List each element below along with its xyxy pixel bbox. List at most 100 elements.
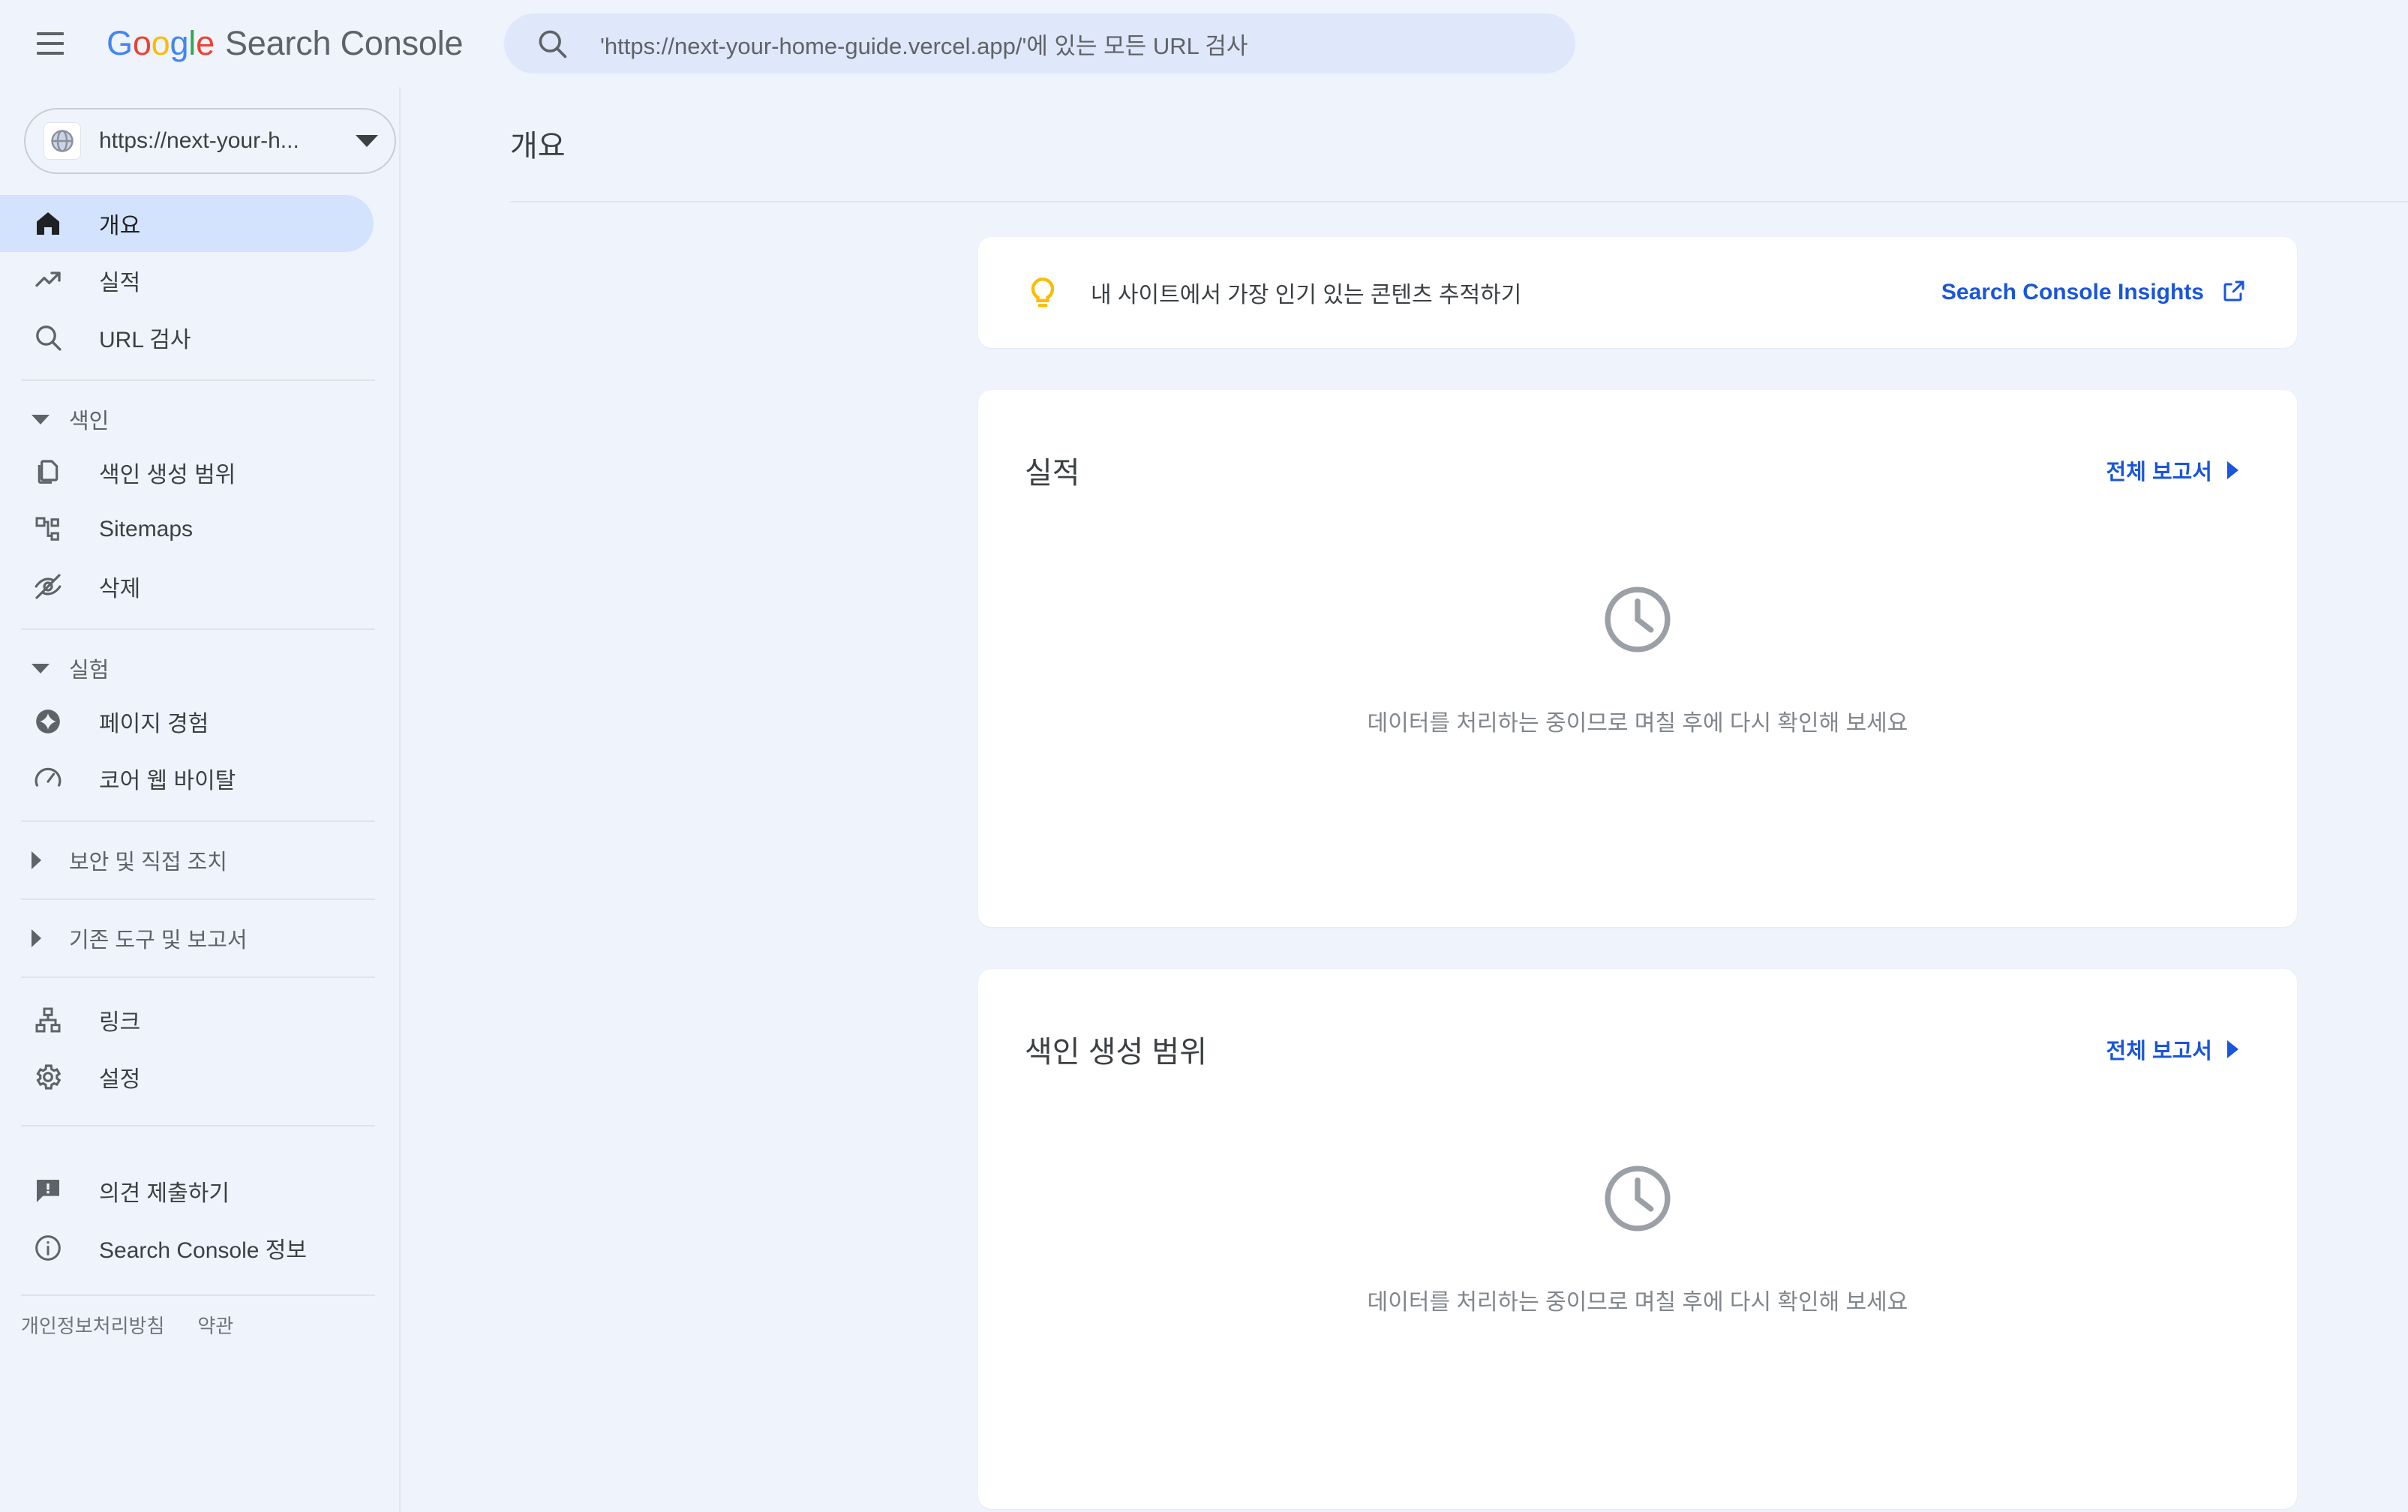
sidebar-divider <box>21 1125 375 1126</box>
performance-full-report-link[interactable]: 전체 보고서 <box>2106 454 2238 486</box>
sidebar-divider <box>21 976 375 978</box>
logo-suffix: Search Console <box>224 24 464 62</box>
sidebar-divider <box>21 898 375 900</box>
sidebar-item-label: Search Console 정보 <box>99 1238 307 1263</box>
trending-up-icon <box>32 264 65 297</box>
sidebar-item-performance[interactable]: 실적 <box>0 252 374 309</box>
triangle-right-icon <box>32 851 50 869</box>
logo-letter-o1: o <box>132 24 152 62</box>
info-circle-icon <box>32 1232 65 1264</box>
sidebar-item-label: 의견 제출하기 <box>99 1181 230 1206</box>
page-title-divider <box>510 201 2408 202</box>
cards-container: 내 사이트에서 가장 인기 있는 콘텐츠 추적하기 Search Console… <box>402 237 2408 1509</box>
lightbulb-icon <box>1023 273 1062 312</box>
page-title: 개요 <box>510 130 566 163</box>
sidebar-item-label: URL 검사 <box>99 328 191 352</box>
sparkle-diamond-icon <box>32 705 65 738</box>
sidebar-item-label: 링크 <box>99 1010 141 1035</box>
pages-copy-icon <box>32 456 65 489</box>
sidebar-item-label: 색인 생성 범위 <box>99 463 236 488</box>
sidebar-section-legacy-tools[interactable]: 기존 도구 및 보고서 <box>0 914 399 963</box>
sidebar-item-page-experience[interactable]: 페이지 경험 <box>0 693 374 750</box>
sidebar-item-label: 삭제 <box>99 577 141 602</box>
logo-letter-l: l <box>188 24 197 62</box>
performance-card-header: 실적 전체 보고서 <box>978 390 2297 492</box>
sidebar-item-core-web-vitals[interactable]: 코어 웹 바이탈 <box>0 750 374 807</box>
insights-banner-left: 내 사이트에서 가장 인기 있는 콘텐츠 추적하기 <box>1023 273 1941 312</box>
full-report-label: 전체 보고서 <box>2106 1040 2212 1064</box>
sidebar-divider <box>21 628 375 630</box>
logo-letter-o2: o <box>151 24 170 62</box>
triangle-down-icon <box>32 414 50 424</box>
sidebar-divider <box>21 820 375 822</box>
sidebar-item-about[interactable]: Search Console 정보 <box>0 1220 374 1276</box>
search-input[interactable]: 'https://next-your-home-guide.vercel.app… <box>600 27 1248 61</box>
sidebar-item-sitemaps[interactable]: Sitemaps <box>0 501 374 558</box>
property-label: https://next-your-h... <box>99 128 299 153</box>
url-inspection-search-bar[interactable]: 'https://next-your-home-guide.vercel.app… <box>504 14 1575 74</box>
legal-links: 개인정보처리방침 약관 <box>0 1311 399 1339</box>
google-search-console-logo[interactable]: Google Search Console <box>107 24 464 63</box>
full-report-label: 전체 보고서 <box>2106 460 2212 484</box>
sidebar-item-label: 실적 <box>99 271 141 296</box>
search-console-insights-link[interactable]: Search Console Insights <box>1941 278 2247 308</box>
speedometer-icon <box>32 762 65 795</box>
index-coverage-card-header: 색인 생성 범위 전체 보고서 <box>978 969 2297 1071</box>
index-coverage-empty-state: 데이터를 처리하는 중이므로 며칠 후에 다시 확인해 보세요 <box>978 1071 2297 1316</box>
external-link-icon <box>2220 278 2247 308</box>
search-icon <box>32 321 65 354</box>
caret-down-icon[interactable] <box>356 135 378 147</box>
index-coverage-full-report-link[interactable]: 전체 보고서 <box>2106 1034 2238 1065</box>
app-header: Google Search Console 'https://next-your… <box>0 0 2408 87</box>
sidebar-item-links[interactable]: 링크 <box>0 992 374 1048</box>
privacy-policy-link[interactable]: 개인정보처리방침 <box>21 1311 164 1339</box>
globe-icon <box>44 122 81 160</box>
sidebar-item-removals[interactable]: 삭제 <box>0 558 374 615</box>
sidebar-section-label: 실험 <box>69 658 110 682</box>
terms-link[interactable]: 약관 <box>197 1311 233 1339</box>
home-icon <box>32 207 65 240</box>
sidebar-divider <box>21 380 375 381</box>
insights-banner-text: 내 사이트에서 가장 인기 있는 콘텐츠 추적하기 <box>1091 283 1522 308</box>
search-console-insights-banner: 내 사이트에서 가장 인기 있는 콘텐츠 추적하기 Search Console… <box>978 237 2297 348</box>
sidebar-bottom-group: 링크 설정 <box>0 992 399 1106</box>
triangle-down-icon <box>32 663 50 674</box>
sidebar-item-overview[interactable]: 개요 <box>0 195 374 252</box>
hamburger-menu-icon[interactable] <box>30 23 71 64</box>
sidebar-nav: 개요 실적 URL 검사 색인 색인 생성 범위 Sitemaps 삭제 실험 … <box>0 195 399 1339</box>
sidebar-section-label: 색인 <box>69 410 110 434</box>
index-coverage-card: 색인 생성 범위 전체 보고서 데이터를 처리하는 중이므로 며칠 후에 다시 … <box>978 969 2297 1509</box>
sidebar-item-url-inspection[interactable]: URL 검사 <box>0 309 374 366</box>
sidebar-item-settings[interactable]: 설정 <box>0 1048 374 1106</box>
sidebar-divider <box>21 1294 375 1296</box>
sidebar-section-label: 기존 도구 및 보고서 <box>69 928 248 952</box>
chevron-right-icon <box>2227 1040 2238 1058</box>
page-header: 개요 <box>402 87 2408 165</box>
card-title: 실적 <box>1025 457 1080 490</box>
sidebar-section-label: 보안 및 직접 조치 <box>69 850 227 874</box>
sidebar-item-label: 페이지 경험 <box>99 712 209 736</box>
performance-card: 실적 전체 보고서 데이터를 처리하는 중이므로 며칠 후에 다시 확인해 보세… <box>978 390 2297 927</box>
sidebar-section-experience[interactable]: 실험 <box>0 644 399 693</box>
search-icon <box>536 27 569 60</box>
hamburger-bar <box>37 42 64 45</box>
insights-link-label: Search Console Insights <box>1941 280 2204 304</box>
eye-off-icon <box>32 570 65 603</box>
performance-empty-state: 데이터를 처리하는 중이므로 며칠 후에 다시 확인해 보세요 <box>978 492 2297 737</box>
sidebar-section-indexing[interactable]: 색인 <box>0 394 399 444</box>
chevron-right-icon <box>2227 461 2238 479</box>
sidebar-item-label: Sitemaps <box>99 517 194 542</box>
link-tree-icon <box>32 1004 65 1036</box>
main-content: 개요 내 사이트에서 가장 인기 있는 콘텐츠 추적하기 Search Cons… <box>402 87 2408 1512</box>
hamburger-bar <box>37 32 64 35</box>
gear-icon <box>32 1060 65 1094</box>
triangle-right-icon <box>32 929 50 947</box>
empty-state-message: 데이터를 처리하는 중이므로 며칠 후에 다시 확인해 보세요 <box>1367 711 1908 736</box>
sidebar-item-feedback[interactable]: 의견 제출하기 <box>0 1162 374 1220</box>
sidebar-support-group: 의견 제출하기 Search Console 정보 <box>0 1162 399 1276</box>
property-selector[interactable]: https://next-your-h... <box>24 108 396 174</box>
sidebar-item-label: 설정 <box>99 1067 141 1092</box>
sidebar-item-coverage[interactable]: 색인 생성 범위 <box>0 444 374 501</box>
feedback-icon <box>32 1174 65 1208</box>
sidebar-section-security[interactable]: 보안 및 직접 조치 <box>0 836 399 885</box>
